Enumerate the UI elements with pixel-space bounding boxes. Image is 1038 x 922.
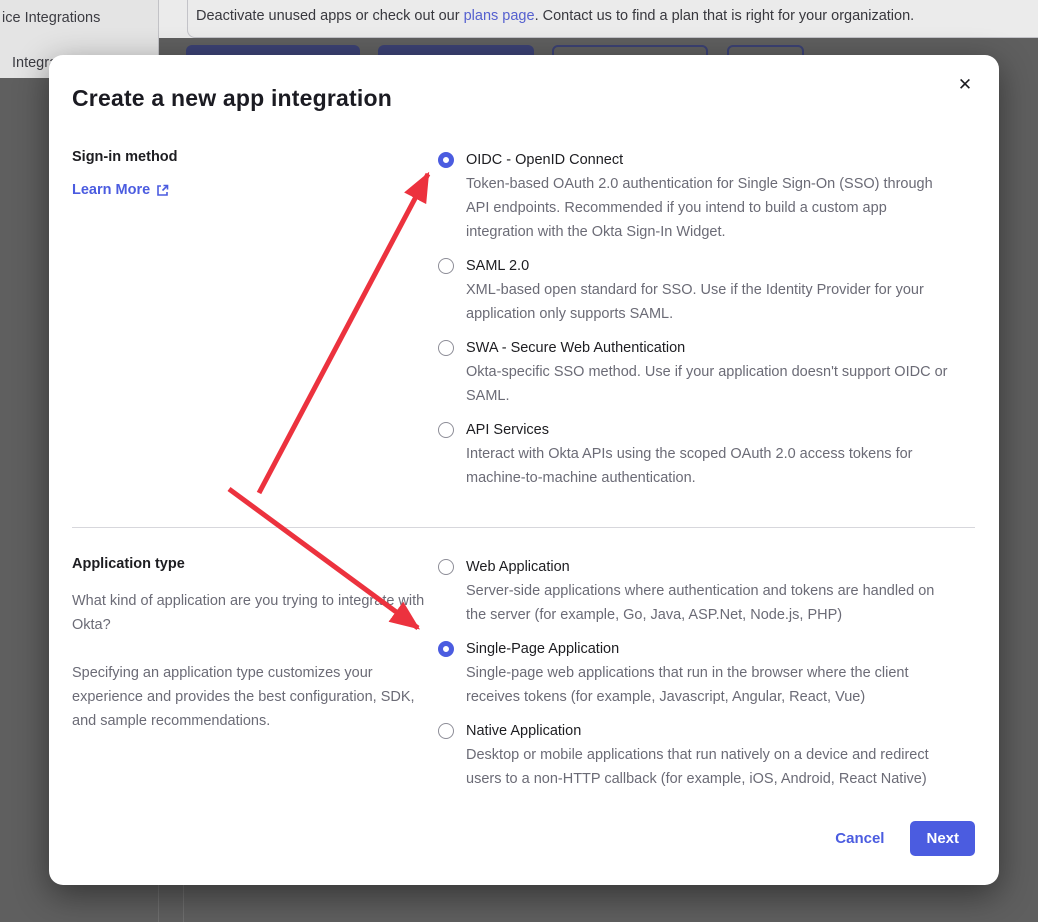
learn-more-label: Learn More — [72, 182, 150, 198]
cancel-button[interactable]: Cancel — [835, 830, 884, 847]
application-type-explanation: Specifying an application type customize… — [72, 661, 432, 733]
radio-option-description: Token-based OAuth 2.0 authentication for… — [466, 172, 958, 244]
radio-option-description: Server-side applications where authentic… — [466, 579, 958, 627]
radio-button[interactable] — [438, 422, 454, 438]
radio-option-text: SAML 2.0 XML-based open standard for SSO… — [466, 254, 958, 326]
sidebar-divider — [158, 880, 159, 922]
close-icon[interactable]: ✕ — [953, 73, 977, 97]
signin-method-label: Sign-in method — [72, 149, 178, 165]
create-app-integration-dialog: ✕ Create a new app integration Sign-in m… — [49, 55, 999, 885]
radio-button[interactable] — [438, 152, 454, 168]
application-type-options: Web Application Server-side applications… — [438, 555, 958, 801]
radio-option-title[interactable]: SWA - Secure Web Authentication — [466, 336, 958, 360]
plans-page-link[interactable]: plans page — [464, 8, 535, 24]
radio-option-title[interactable]: SAML 2.0 — [466, 254, 958, 278]
radio-option-text: API Services Interact with Okta APIs usi… — [466, 418, 958, 490]
trial-banner-message: Deactivate unused apps or check out our … — [196, 8, 996, 24]
radio-button[interactable] — [438, 258, 454, 274]
radio-option: Native Application Desktop or mobile app… — [438, 719, 958, 791]
radio-option: Web Application Server-side applications… — [438, 555, 958, 627]
radio-option-description: Single-page web applications that run in… — [466, 661, 958, 709]
radio-option: SWA - Secure Web Authentication Okta-spe… — [438, 336, 958, 408]
radio-option-title[interactable]: Native Application — [466, 719, 958, 743]
radio-option-title[interactable]: API Services — [466, 418, 958, 442]
radio-button[interactable] — [438, 723, 454, 739]
radio-option-description: Okta-specific SSO method. Use if your ap… — [466, 360, 958, 408]
radio-option-text: Single-Page Application Single-page web … — [466, 637, 958, 709]
dialog-footer: Cancel Next — [835, 821, 975, 856]
section-divider — [72, 527, 975, 528]
radio-option: Single-Page Application Single-page web … — [438, 637, 958, 709]
radio-button[interactable] — [438, 340, 454, 356]
dialog-title: Create a new app integration — [72, 85, 392, 112]
radio-option-description: XML-based open standard for SSO. Use if … — [466, 278, 958, 326]
banner-text-after: . Contact us to find a plan that is righ… — [535, 8, 915, 24]
radio-option-text: OIDC - OpenID Connect Token-based OAuth … — [466, 148, 958, 244]
radio-option-title[interactable]: OIDC - OpenID Connect — [466, 148, 958, 172]
radio-option-text: Native Application Desktop or mobile app… — [466, 719, 958, 791]
application-type-question: What kind of application are you trying … — [72, 589, 432, 637]
radio-button[interactable] — [438, 641, 454, 657]
radio-option-title[interactable]: Web Application — [466, 555, 958, 579]
application-type-label: Application type — [72, 556, 185, 572]
radio-option-title[interactable]: Single-Page Application — [466, 637, 958, 661]
signin-method-options: OIDC - OpenID Connect Token-based OAuth … — [438, 148, 958, 500]
external-link-icon — [156, 184, 169, 197]
radio-option-description: Desktop or mobile applications that run … — [466, 743, 958, 791]
sidebar-item-integrations[interactable]: ice Integrations — [2, 10, 100, 26]
radio-option: SAML 2.0 XML-based open standard for SSO… — [438, 254, 958, 326]
learn-more-link[interactable]: Learn More — [72, 182, 169, 198]
next-button[interactable]: Next — [910, 821, 975, 856]
radio-button[interactable] — [438, 559, 454, 575]
radio-option: OIDC - OpenID Connect Token-based OAuth … — [438, 148, 958, 244]
banner-text-before: Deactivate unused apps or check out our — [196, 8, 464, 24]
radio-option-text: SWA - Secure Web Authentication Okta-spe… — [466, 336, 958, 408]
radio-option: API Services Interact with Okta APIs usi… — [438, 418, 958, 490]
radio-option-description: Interact with Okta APIs using the scoped… — [466, 442, 958, 490]
content-panel-edge — [183, 880, 184, 922]
radio-option-text: Web Application Server-side applications… — [466, 555, 958, 627]
